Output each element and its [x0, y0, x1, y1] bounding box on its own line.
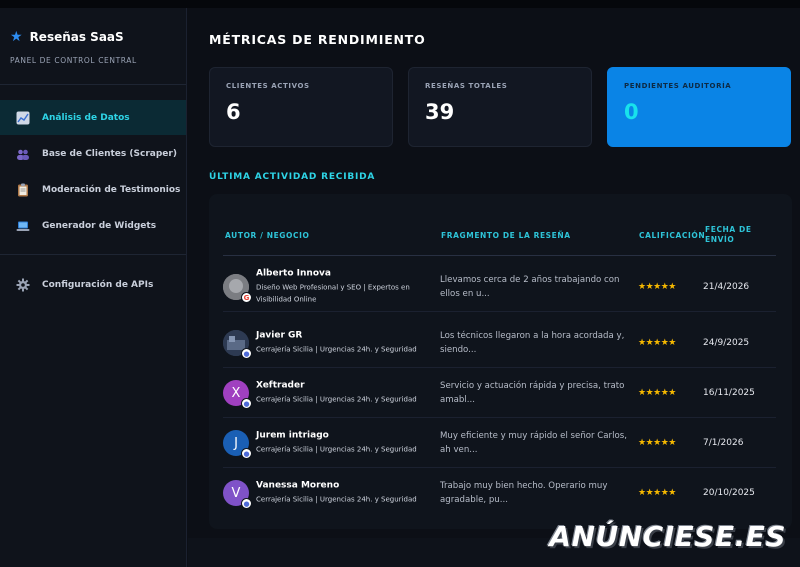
sidebar-item-analisis[interactable]: Análisis de Datos — [0, 100, 186, 135]
avatar: ● — [223, 330, 252, 359]
author-name: Vanessa Moreno — [256, 480, 340, 491]
watermark-logo: ANÚNCIESE.ES — [549, 520, 786, 553]
table-row[interactable]: ● Javier GR Cerrajería Sicilia | Urgenci… — [223, 318, 776, 368]
google-icon: G — [241, 292, 252, 303]
metric-label: CLIENTES ACTIVOS — [226, 82, 310, 90]
avatar: G — [223, 274, 252, 303]
metric-value: 0 — [624, 100, 639, 124]
brand[interactable]: ★ Reseñas SaaS — [10, 30, 124, 44]
chart-icon — [16, 111, 30, 125]
review-fragment: Los técnicos llegaron a la hora acordada… — [440, 331, 625, 355]
section-title: ÚLTIMA ACTIVIDAD RECIBIDA — [209, 172, 376, 182]
star-icon: ★ — [10, 29, 23, 45]
sidebar-item-label: Generador de Widgets — [42, 220, 157, 231]
metric-card-clientes: CLIENTES ACTIVOS 6 — [209, 67, 393, 147]
review-date: 24/9/2025 — [703, 338, 750, 348]
sidebar-item-label: Base de Clientes (Scraper) — [42, 148, 177, 159]
sidebar-item-clientes[interactable]: Base de Clientes (Scraper) — [0, 136, 186, 171]
review-date: 21/4/2026 — [703, 282, 750, 292]
rating-stars: ★★★★★ — [638, 338, 676, 348]
brand-subtitle: PANEL DE CONTROL CENTRAL — [10, 56, 137, 65]
sidebar: ★ Reseñas SaaS PANEL DE CONTROL CENTRAL … — [0, 8, 187, 567]
gear-icon — [16, 278, 30, 292]
sidebar-item-moderacion[interactable]: Moderación de Testimonios — [0, 172, 186, 207]
page-title: MÉTRICAS DE RENDIMIENTO — [209, 32, 426, 47]
sidebar-item-apis[interactable]: Configuración de APIs — [0, 267, 186, 302]
sidebar-item-label: Moderación de Testimonios — [42, 184, 181, 195]
user-badge-icon: ● — [241, 448, 252, 459]
business-name: Cerrajería Sicilia | Urgencias 24h. y Se… — [256, 345, 417, 354]
laptop-icon — [16, 219, 30, 233]
column-header-calificacion: CALIFICACIÓN — [639, 231, 706, 240]
business-name: Cerrajería Sicilia | Urgencias 24h. y Se… — [256, 495, 417, 504]
business-name: Cerrajería Sicilia | Urgencias 24h. y Se… — [256, 445, 417, 454]
rating-stars: ★★★★★ — [638, 282, 676, 292]
rating-stars: ★★★★★ — [638, 438, 676, 448]
column-header-fecha: FECHA DE ENVÍO — [705, 225, 752, 244]
brand-name: Reseñas SaaS — [29, 30, 124, 44]
sidebar-item-label: Análisis de Datos — [42, 112, 130, 123]
metric-card-resenas: RESEÑAS TOTALES 39 — [408, 67, 592, 147]
review-fragment: Llevamos cerca de 2 años trabajando con … — [440, 275, 620, 299]
rating-stars: ★★★★★ — [638, 388, 676, 398]
author-name: Jurem intriago — [256, 430, 329, 441]
clipboard-icon — [16, 183, 30, 197]
author-name: Xeftrader — [256, 380, 305, 391]
table-row[interactable]: V ● Vanessa Moreno Cerrajería Sicilia | … — [223, 468, 776, 518]
review-date: 16/11/2025 — [703, 388, 755, 398]
main-content: MÉTRICAS DE RENDIMIENTO CLIENTES ACTIVOS… — [188, 8, 800, 567]
metric-label: RESEÑAS TOTALES — [425, 82, 508, 90]
table-header-divider — [223, 255, 776, 256]
metric-value: 6 — [226, 100, 241, 124]
avatar: V ● — [223, 480, 252, 509]
table-row[interactable]: J ● Jurem intriago Cerrajería Sicilia | … — [223, 418, 776, 468]
sidebar-item-label: Configuración de APIs — [42, 279, 154, 290]
business-name: Cerrajería Sicilia | Urgencias 24h. y Se… — [256, 395, 417, 404]
sidebar-item-widgets[interactable]: Generador de Widgets — [0, 208, 186, 243]
review-fragment: Trabajo muy bien hecho. Operario muy agr… — [440, 481, 608, 505]
app-root: ★ Reseñas SaaS PANEL DE CONTROL CENTRAL … — [0, 0, 800, 567]
review-fragment: Servicio y actuación rápida y precisa, t… — [440, 381, 625, 405]
author-name: Alberto Innova — [256, 268, 331, 279]
business-name: Diseño Web Profesional y SEO | Expertos … — [256, 283, 410, 304]
review-date: 7/1/2026 — [703, 438, 744, 448]
review-date: 20/10/2025 — [703, 488, 755, 498]
column-header-autor: AUTOR / NEGOCIO — [225, 231, 310, 240]
user-badge-icon: ● — [241, 348, 252, 359]
user-badge-icon: ● — [241, 398, 252, 409]
avatar: J ● — [223, 430, 252, 459]
table-row[interactable]: G Alberto Innova Diseño Web Profesional … — [223, 262, 776, 312]
users-icon — [16, 147, 30, 161]
metric-card-pendientes: PENDIENTES AUDITORÍA 0 — [607, 67, 791, 147]
metric-value: 39 — [425, 100, 455, 124]
metric-label: PENDIENTES AUDITORÍA — [624, 82, 732, 90]
top-strip — [0, 0, 800, 8]
column-header-fragmento: FRAGMENTO DE LA RESEÑA — [441, 231, 571, 240]
review-fragment: Muy eficiente y muy rápido el señor Carl… — [440, 431, 627, 455]
author-name: Javier GR — [256, 330, 303, 341]
table-row[interactable]: X ● Xeftrader Cerrajería Sicilia | Urgen… — [223, 368, 776, 418]
rating-stars: ★★★★★ — [638, 488, 676, 498]
sidebar-divider — [0, 84, 186, 85]
sidebar-divider — [0, 254, 186, 255]
user-badge-icon: ● — [241, 498, 252, 509]
avatar: X ● — [223, 380, 252, 409]
